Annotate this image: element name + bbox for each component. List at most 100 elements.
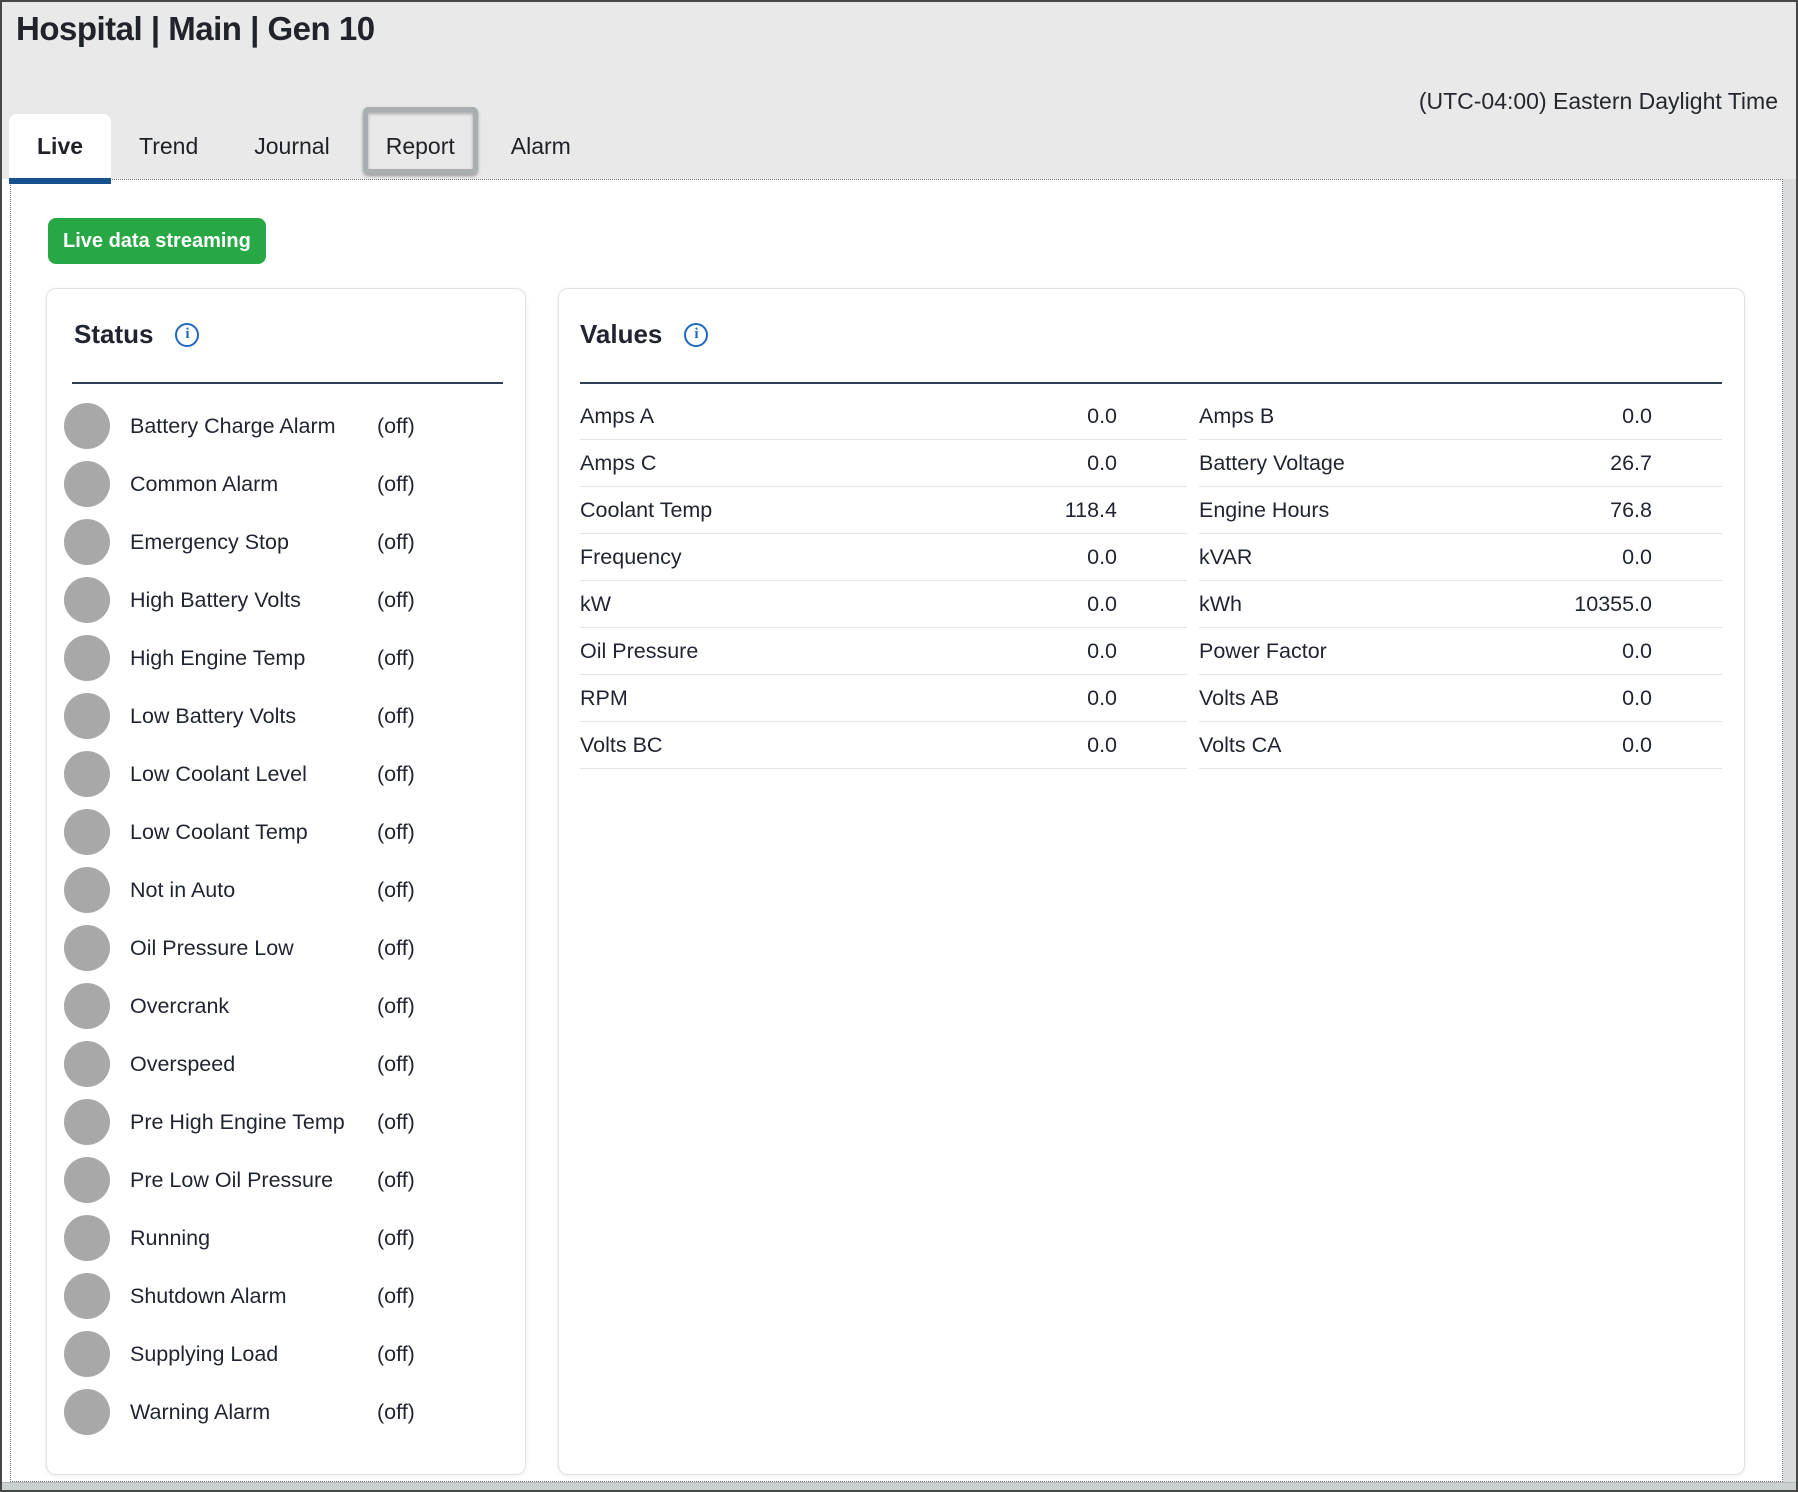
value-label: RPM bbox=[580, 686, 628, 711]
value-number: 0.0 bbox=[1252, 545, 1722, 570]
value-row: RPM 0.0 bbox=[580, 675, 1187, 722]
status-row: Low Coolant Level (off) bbox=[64, 745, 508, 803]
status-label: Low Coolant Level bbox=[130, 762, 377, 787]
timezone-label: (UTC-04:00) Eastern Daylight Time bbox=[1419, 88, 1778, 115]
info-icon[interactable]: i bbox=[175, 323, 199, 347]
value-number: 0.0 bbox=[611, 592, 1187, 617]
status-label: Common Alarm bbox=[130, 472, 377, 497]
status-panel-header: Status i bbox=[64, 319, 508, 350]
status-state: (off) bbox=[377, 1284, 415, 1309]
status-indicator-lamp-icon bbox=[64, 1041, 110, 1087]
live-data-streaming-badge: Live data streaming bbox=[48, 218, 266, 264]
main-area: Live data streaming Status i Battery Cha… bbox=[2, 179, 1796, 1482]
value-row: Frequency 0.0 bbox=[580, 534, 1187, 581]
tab-report-label: Report bbox=[386, 133, 455, 160]
status-indicator-lamp-icon bbox=[64, 403, 110, 449]
status-label: Pre Low Oil Pressure bbox=[130, 1168, 377, 1193]
tab-alarm[interactable]: Alarm bbox=[483, 114, 599, 179]
value-number: 0.0 bbox=[1281, 733, 1722, 758]
status-row: Shutdown Alarm (off) bbox=[64, 1267, 508, 1325]
value-row: Amps B 0.0 bbox=[1199, 393, 1722, 440]
value-number: 0.0 bbox=[1327, 639, 1722, 664]
value-label: Frequency bbox=[580, 545, 682, 570]
value-label: Amps C bbox=[580, 451, 656, 476]
value-number: 10355.0 bbox=[1242, 592, 1722, 617]
value-row: Volts BC 0.0 bbox=[580, 722, 1187, 769]
values-panel: Values i Amps A 0.0 Amps C 0.0 Coolant T… bbox=[558, 288, 1745, 1475]
status-row: Common Alarm (off) bbox=[64, 455, 508, 513]
status-panel: Status i Battery Charge Alarm (off) Comm… bbox=[46, 288, 526, 1475]
value-row: Battery Voltage 26.7 bbox=[1199, 440, 1722, 487]
value-number: 0.0 bbox=[662, 733, 1187, 758]
status-indicator-lamp-icon bbox=[64, 809, 110, 855]
status-state: (off) bbox=[377, 1052, 415, 1077]
values-table: Amps A 0.0 Amps C 0.0 Coolant Temp 118.4… bbox=[580, 393, 1722, 769]
tab-trend[interactable]: Trend bbox=[111, 114, 226, 179]
value-number: 118.4 bbox=[712, 498, 1187, 523]
values-column-right: Amps B 0.0 Battery Voltage 26.7 Engine H… bbox=[1199, 393, 1722, 769]
status-label: Battery Charge Alarm bbox=[130, 414, 377, 439]
horizontal-scrollbar-track[interactable] bbox=[2, 1482, 1796, 1490]
value-row: Oil Pressure 0.0 bbox=[580, 628, 1187, 675]
status-label: Pre High Engine Temp bbox=[130, 1110, 377, 1135]
page-header: Hospital | Main | Gen 10 (UTC-04:00) Eas… bbox=[2, 2, 1796, 179]
value-row: kWh 10355.0 bbox=[1199, 581, 1722, 628]
value-number: 0.0 bbox=[698, 639, 1187, 664]
value-row: kW 0.0 bbox=[580, 581, 1187, 628]
status-indicator-lamp-icon bbox=[64, 751, 110, 797]
value-row: Coolant Temp 118.4 bbox=[580, 487, 1187, 534]
value-label: kW bbox=[580, 592, 611, 617]
live-tab-content: Live data streaming Status i Battery Cha… bbox=[10, 179, 1783, 1482]
status-indicator-lamp-icon bbox=[64, 519, 110, 565]
status-state: (off) bbox=[377, 936, 415, 961]
status-state: (off) bbox=[377, 530, 415, 555]
status-state: (off) bbox=[377, 820, 415, 845]
status-list: Battery Charge Alarm (off) Common Alarm … bbox=[64, 397, 508, 1441]
status-row: Running (off) bbox=[64, 1209, 508, 1267]
status-label: Low Coolant Temp bbox=[130, 820, 377, 845]
status-state: (off) bbox=[377, 1110, 415, 1135]
value-row: Power Factor 0.0 bbox=[1199, 628, 1722, 675]
value-label: Amps B bbox=[1199, 404, 1274, 429]
status-label: Supplying Load bbox=[130, 1342, 377, 1367]
status-state: (off) bbox=[377, 472, 415, 497]
value-number: 76.8 bbox=[1329, 498, 1722, 523]
status-label: Shutdown Alarm bbox=[130, 1284, 377, 1309]
value-label: Volts AB bbox=[1199, 686, 1279, 711]
value-row: Amps C 0.0 bbox=[580, 440, 1187, 487]
status-row: Supplying Load (off) bbox=[64, 1325, 508, 1383]
status-label: Overspeed bbox=[130, 1052, 377, 1077]
value-row: Volts CA 0.0 bbox=[1199, 722, 1722, 769]
status-indicator-lamp-icon bbox=[64, 925, 110, 971]
tab-report[interactable]: Report bbox=[358, 114, 483, 179]
value-row: kVAR 0.0 bbox=[1199, 534, 1722, 581]
tab-live[interactable]: Live bbox=[9, 114, 111, 179]
status-label: Not in Auto bbox=[130, 878, 377, 903]
page-title: Hospital | Main | Gen 10 bbox=[16, 10, 375, 48]
vertical-scrollbar-track[interactable] bbox=[1783, 179, 1796, 1482]
status-label: Low Battery Volts bbox=[130, 704, 377, 729]
status-indicator-lamp-icon bbox=[64, 461, 110, 507]
value-label: kWh bbox=[1199, 592, 1242, 617]
status-indicator-lamp-icon bbox=[64, 1157, 110, 1203]
status-state: (off) bbox=[377, 588, 415, 613]
status-row: Low Battery Volts (off) bbox=[64, 687, 508, 745]
status-state: (off) bbox=[377, 704, 415, 729]
value-number: 26.7 bbox=[1345, 451, 1722, 476]
info-icon[interactable]: i bbox=[684, 323, 708, 347]
status-label: High Engine Temp bbox=[130, 646, 377, 671]
status-row: Warning Alarm (off) bbox=[64, 1383, 508, 1441]
status-label: Emergency Stop bbox=[130, 530, 377, 555]
values-panel-title: Values bbox=[580, 319, 662, 350]
tab-bar: Live Trend Journal Report Alarm bbox=[9, 114, 599, 179]
value-label: Amps A bbox=[580, 404, 654, 429]
value-label: Volts BC bbox=[580, 733, 662, 758]
status-row: High Battery Volts (off) bbox=[64, 571, 508, 629]
value-number: 0.0 bbox=[656, 451, 1187, 476]
tab-journal[interactable]: Journal bbox=[226, 114, 357, 179]
value-label: Coolant Temp bbox=[580, 498, 712, 523]
status-label: Overcrank bbox=[130, 994, 377, 1019]
values-column-left: Amps A 0.0 Amps C 0.0 Coolant Temp 118.4… bbox=[580, 393, 1187, 769]
status-state: (off) bbox=[377, 1226, 415, 1251]
value-label: Engine Hours bbox=[1199, 498, 1329, 523]
